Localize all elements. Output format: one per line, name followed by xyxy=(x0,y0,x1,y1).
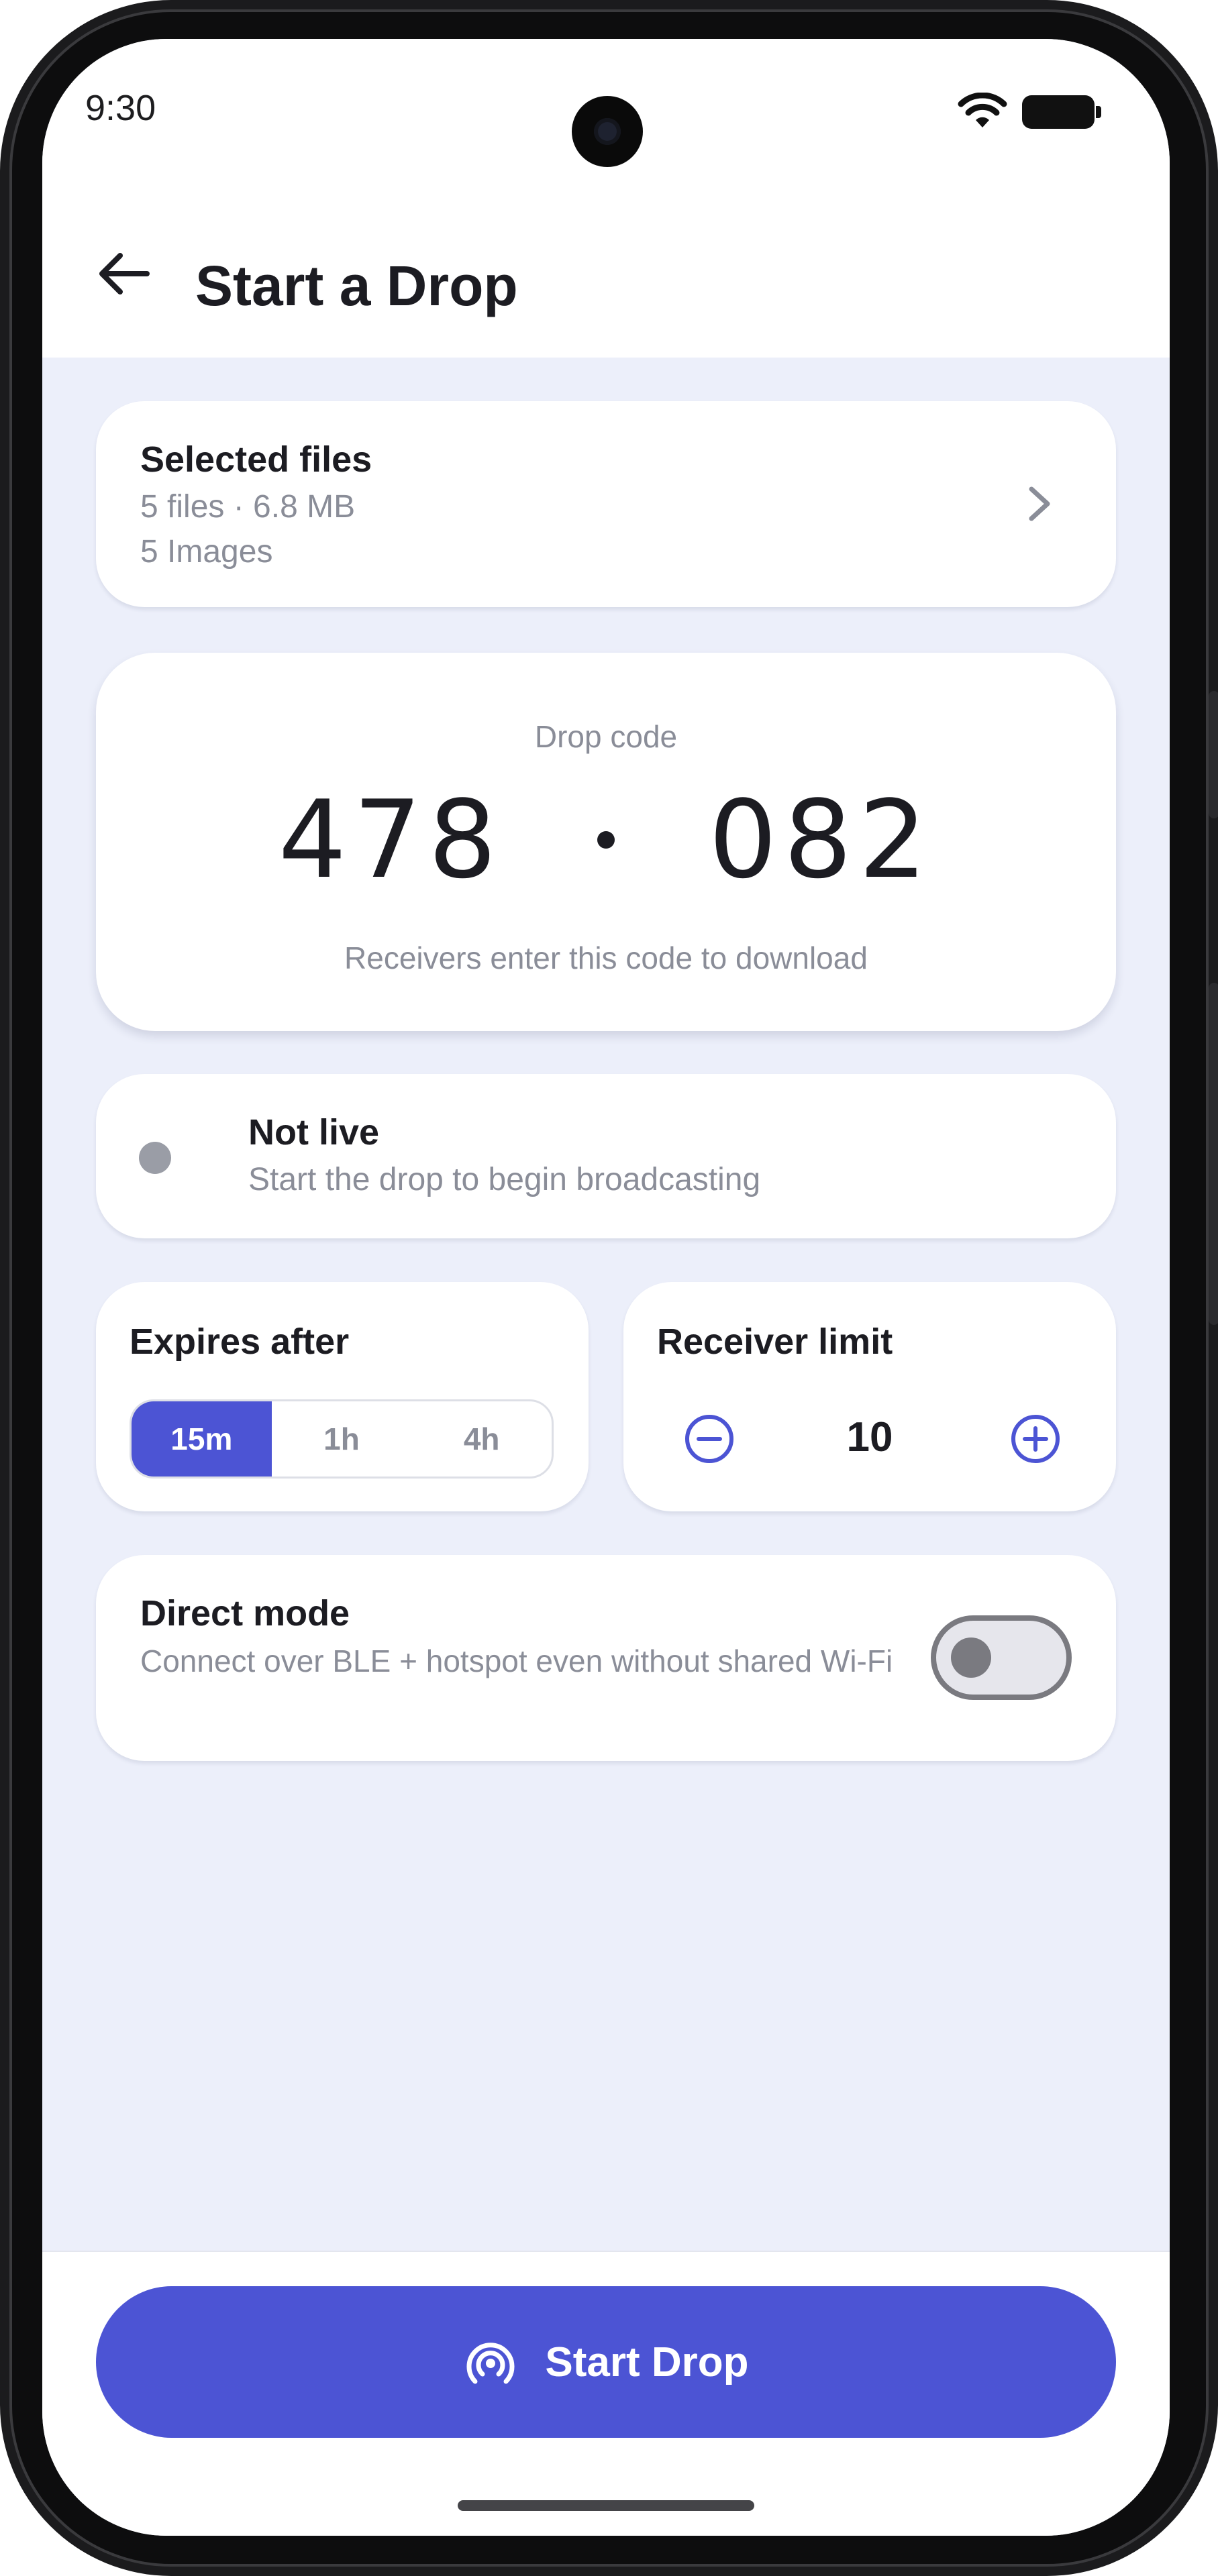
direct-mode-toggle[interactable] xyxy=(931,1615,1072,1700)
expires-option-4h[interactable]: 4h xyxy=(411,1401,552,1477)
expires-option-15m[interactable]: 15m xyxy=(132,1401,272,1477)
broadcast-icon xyxy=(463,2333,518,2392)
status-time: 9:30 xyxy=(85,88,156,128)
wifi-icon xyxy=(958,93,1007,131)
device-frame: 9:30 Start a Drop Selected files 5 files… xyxy=(0,0,1218,2576)
live-status-card: Not live Start the drop to begin broadca… xyxy=(96,1074,1116,1238)
plus-circle-icon[interactable] xyxy=(1003,1407,1068,1471)
expires-segmented-control: 15m 1h 4h xyxy=(130,1399,554,1479)
back-button[interactable] xyxy=(87,241,160,309)
app-header-area: 9:30 Start a Drop xyxy=(42,39,1170,358)
volume-button xyxy=(1209,983,1218,1325)
expires-title: Expires after xyxy=(130,1322,350,1362)
screen: 9:30 Start a Drop Selected files 5 files… xyxy=(42,39,1170,2536)
receiver-limit-card: Receiver limit 10 xyxy=(623,1282,1116,1511)
selected-files-card[interactable]: Selected files 5 files · 6.8 MB 5 Images xyxy=(96,401,1116,607)
selected-files-title: Selected files xyxy=(140,439,372,480)
direct-mode-title: Direct mode xyxy=(140,1593,350,1633)
chevron-right-icon[interactable] xyxy=(1019,480,1060,527)
power-button xyxy=(1209,691,1218,818)
start-drop-label: Start Drop xyxy=(545,2339,749,2385)
drop-code-part-1: 478 xyxy=(278,777,503,902)
page-title: Start a Drop xyxy=(195,254,518,317)
expires-option-1h[interactable]: 1h xyxy=(272,1401,412,1477)
files-types: 5 Images xyxy=(140,534,273,570)
home-indicator xyxy=(458,2500,754,2511)
battery-icon xyxy=(1022,95,1101,129)
files-summary: 5 files · 6.8 MB xyxy=(140,489,356,525)
live-status-title: Not live xyxy=(248,1112,380,1152)
drop-code-label: Drop code xyxy=(534,719,678,754)
camera-cutout xyxy=(572,96,643,167)
drop-code-part-2: 082 xyxy=(709,777,934,902)
receiver-limit-title: Receiver limit xyxy=(657,1322,893,1362)
direct-mode-card: Direct mode Connect over BLE + hotspot e… xyxy=(96,1555,1116,1761)
toggle-knob xyxy=(951,1638,991,1678)
status-dot-icon xyxy=(139,1142,171,1174)
status-icons xyxy=(958,93,1101,131)
expires-card: Expires after 15m 1h 4h xyxy=(96,1282,589,1511)
drop-code-separator xyxy=(597,830,615,849)
start-drop-button[interactable]: Start Drop xyxy=(96,2286,1116,2438)
direct-mode-description: Connect over BLE + hotspot even without … xyxy=(140,1644,893,1678)
drop-code-value: 478 082 xyxy=(96,777,1116,902)
live-status-subtitle: Start the drop to begin broadcasting xyxy=(248,1162,761,1197)
bottom-action-bar: Start Drop xyxy=(42,2251,1170,2536)
drop-code-card: Drop code 478 082 Receivers enter this c… xyxy=(96,653,1116,1031)
drop-code-hint: Receivers enter this code to download xyxy=(344,941,868,975)
arrow-left-icon xyxy=(97,252,150,299)
